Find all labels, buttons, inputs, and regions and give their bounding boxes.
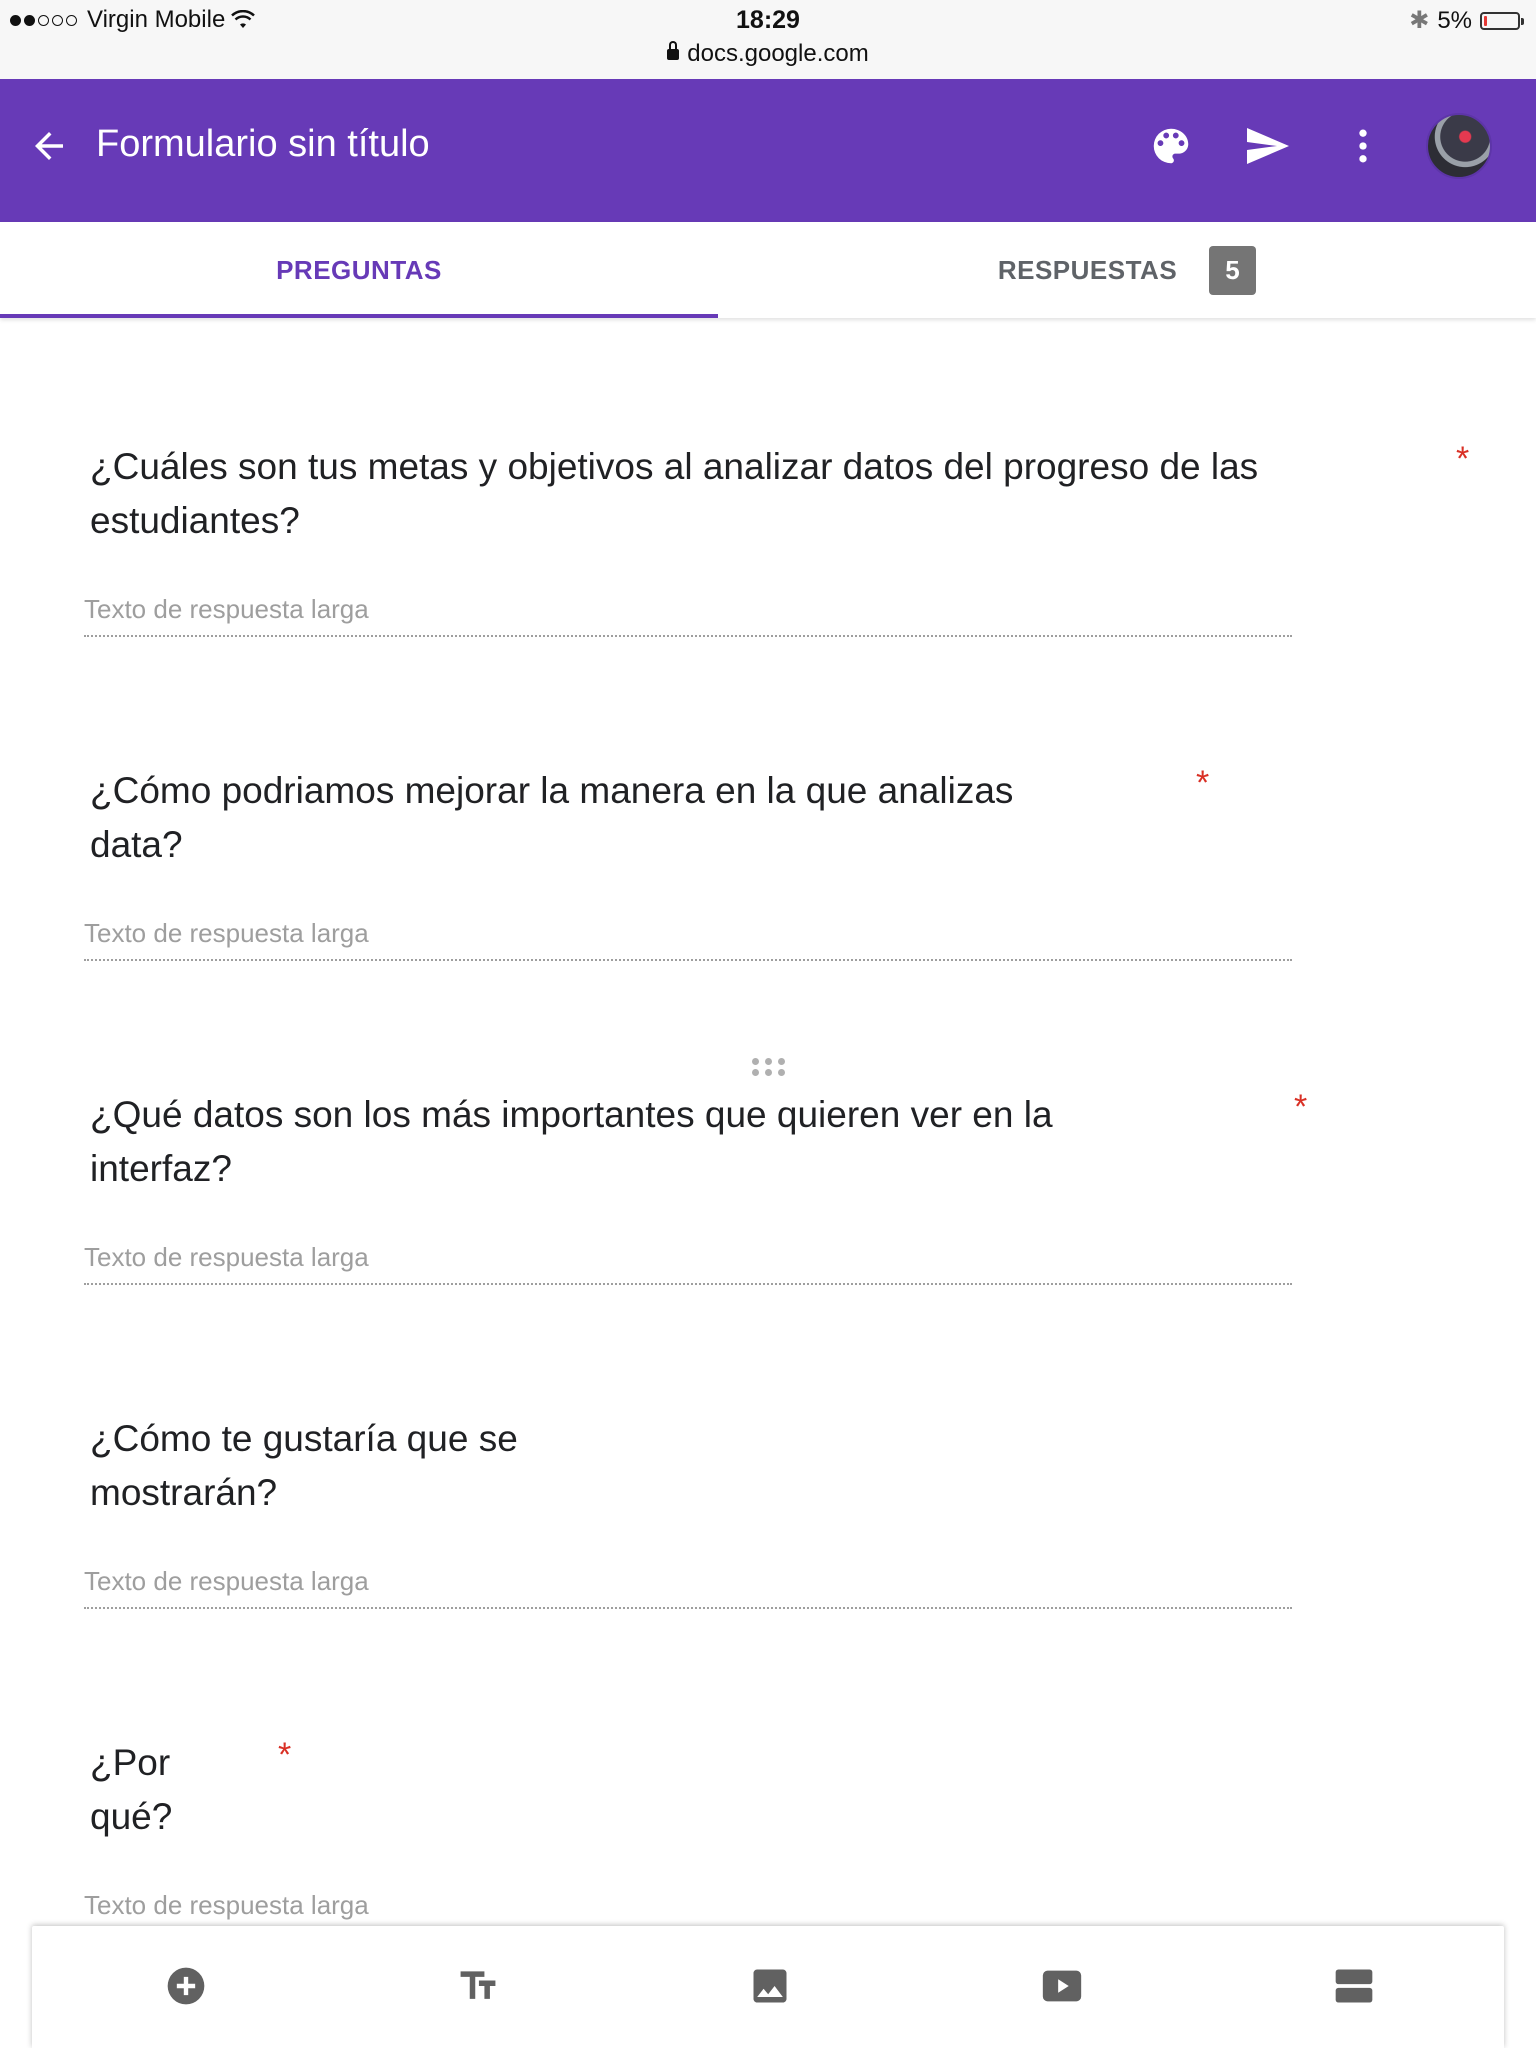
bottom-toolbar bbox=[32, 1926, 1504, 2048]
tab-preguntas[interactable]: PREGUNTAS bbox=[0, 222, 718, 318]
required-marker: * bbox=[1294, 1088, 1308, 1126]
tab-respuestas[interactable]: RESPUESTAS 5 bbox=[718, 222, 1536, 318]
tab-preguntas-label: PREGUNTAS bbox=[276, 254, 442, 285]
arrow-back-icon[interactable] bbox=[28, 125, 70, 167]
send-icon[interactable] bbox=[1240, 119, 1294, 173]
question-title: ¿Cómo podriamos mejorar la manera en la … bbox=[90, 770, 1014, 865]
status-bar: Virgin Mobile 18:29 docs.google.com ✱ 5% bbox=[0, 0, 1536, 80]
status-right: ✱ 5% bbox=[1409, 6, 1524, 35]
image-icon[interactable] bbox=[742, 1958, 798, 2014]
section-icon[interactable] bbox=[1326, 1958, 1382, 2014]
tab-respuestas-label: RESPUESTAS bbox=[997, 254, 1178, 285]
question-title: ¿Cómo te gustaría que se mostrarán? bbox=[90, 1418, 518, 1513]
long-answer-field: Texto de respuesta larga bbox=[84, 1566, 1292, 1609]
bluetooth-icon: ✱ bbox=[1409, 7, 1430, 34]
drag-handle-icon[interactable] bbox=[752, 1058, 785, 1076]
responses-count-badge: 5 bbox=[1209, 245, 1257, 295]
address-bar[interactable]: docs.google.com bbox=[0, 40, 1536, 68]
battery-percent: 5% bbox=[1437, 6, 1472, 34]
long-answer-field: Texto de respuesta larga bbox=[84, 1242, 1292, 1285]
title-text-icon[interactable] bbox=[450, 1958, 506, 2014]
long-answer-field: Texto de respuesta larga bbox=[84, 594, 1292, 637]
app-bar: Formulario sin título bbox=[0, 79, 1536, 222]
battery-icon bbox=[1480, 11, 1524, 30]
long-answer-field: Texto de respuesta larga bbox=[84, 1890, 369, 1920]
video-icon[interactable] bbox=[1034, 1958, 1090, 2014]
question-title: ¿Cuáles son tus metas y objetivos al ana… bbox=[90, 446, 1259, 541]
add-question-icon[interactable] bbox=[158, 1958, 214, 2014]
long-answer-field: Texto de respuesta larga bbox=[84, 918, 1292, 961]
required-marker: * bbox=[278, 1736, 292, 1774]
question-title: ¿Por qué? bbox=[90, 1742, 173, 1837]
more-vert-icon[interactable] bbox=[1336, 119, 1390, 173]
tab-bar: PREGUNTAS RESPUESTAS 5 bbox=[0, 222, 1536, 318]
avatar[interactable] bbox=[1426, 113, 1492, 179]
address-url: docs.google.com bbox=[687, 40, 869, 67]
form-title: Formulario sin título bbox=[96, 123, 430, 165]
status-time: 18:29 bbox=[736, 6, 800, 34]
lock-icon bbox=[667, 41, 680, 60]
required-marker: * bbox=[1196, 764, 1210, 802]
required-marker: * bbox=[1456, 440, 1470, 478]
question-title: ¿Qué datos son los más importantes que q… bbox=[90, 1094, 1053, 1189]
palette-icon[interactable] bbox=[1144, 119, 1198, 173]
